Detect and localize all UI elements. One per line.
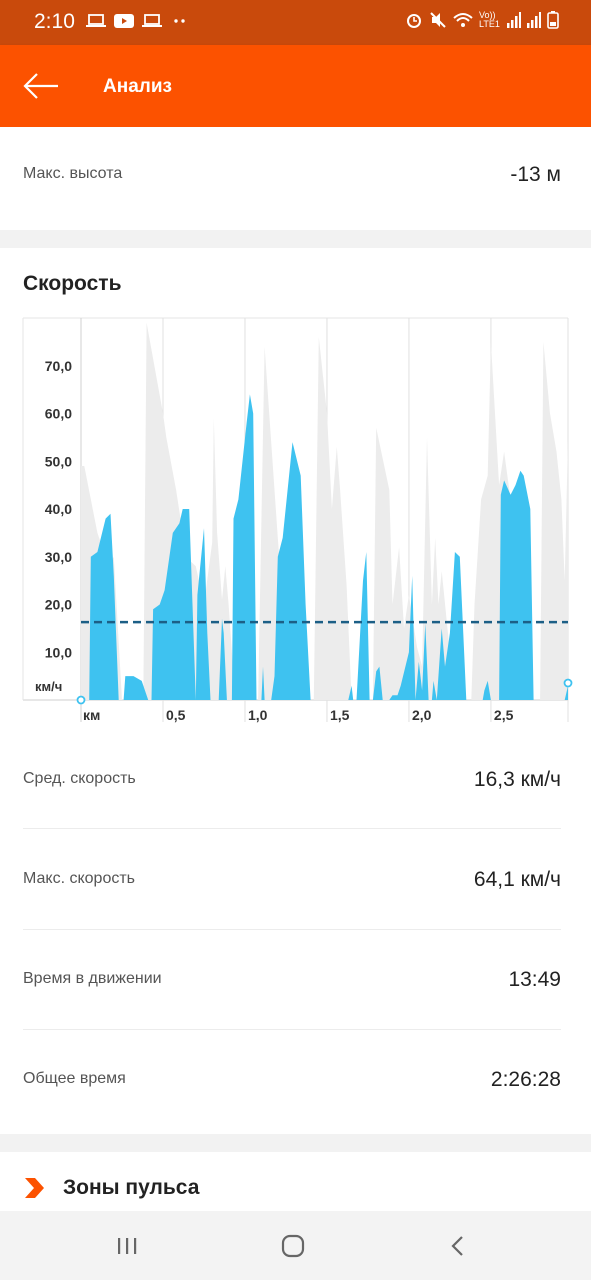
y-tick-label: 10,0 [45, 644, 72, 660]
home-icon[interactable] [273, 1231, 313, 1261]
wifi-icon [453, 13, 473, 27]
page-title: Анализ [103, 76, 172, 97]
max-elevation-value: -13 м [510, 163, 561, 186]
speed-chart: 10,0 20,0 30,0 40,0 50,0 60,0 70,0 0,5 1,0 1,5 2,… [22, 317, 573, 723]
x-tick-label: 1,0 [248, 707, 268, 723]
laptop-icon [86, 14, 106, 27]
y-tick-label: 50,0 [45, 453, 72, 469]
arrow-left-icon[interactable] [22, 71, 60, 101]
heart-zones-card[interactable]: Зоны пульса [0, 1152, 591, 1211]
signal-icon [507, 12, 521, 28]
divider [23, 1029, 561, 1030]
laptop-icon [142, 14, 162, 27]
total-time-value: 2:26:28 [490, 1068, 561, 1091]
battery-icon [547, 11, 559, 29]
alarm-icon [407, 14, 421, 28]
y-tick-label: 20,0 [45, 597, 72, 613]
divider [23, 828, 561, 829]
x-axis-unit-label: км [83, 707, 100, 723]
app-bar: Анализ [0, 45, 591, 127]
youtube-icon [114, 14, 134, 28]
x-tick-label: 2,0 [412, 707, 432, 723]
x-tick-label: 2,5 [494, 707, 514, 723]
speed-section-title: Скорость [23, 272, 122, 295]
max-speed-value: 64,1 км/ч [473, 868, 561, 891]
x-tick-label: 1,5 [330, 707, 350, 723]
volte-icon: Vo)) LTE1 [479, 10, 500, 29]
end-marker [563, 678, 573, 688]
y-tick-label: 70,0 [45, 358, 72, 374]
status-bar: 2:10 Vo)) LTE1 [0, 0, 591, 45]
y-tick-label: 30,0 [45, 549, 72, 565]
y-tick-labels: 10,0 20,0 30,0 40,0 50,0 60,0 70,0 [45, 358, 72, 661]
x-tick-label: 0,5 [166, 707, 186, 723]
start-marker [76, 695, 86, 705]
y-tick-label: 40,0 [45, 501, 72, 517]
back-icon[interactable] [438, 1231, 478, 1261]
signal-icon [527, 12, 541, 28]
avg-speed-label: Сред. скорость [23, 770, 136, 787]
moving-time-label: Время в движении [23, 970, 162, 987]
moving-time-value: 13:49 [508, 968, 561, 991]
elevation-card: Макс. высота -13 м [0, 127, 591, 230]
more-dots-icon [174, 19, 185, 23]
status-time: 2:10 [34, 10, 75, 33]
system-nav-bar [0, 1211, 591, 1280]
chevron-right-icon [25, 1178, 44, 1198]
mute-icon [430, 12, 446, 28]
recent-apps-icon[interactable] [107, 1231, 147, 1261]
avg-speed-value: 16,3 км/ч [473, 768, 561, 791]
max-speed-label: Макс. скорость [23, 870, 136, 887]
max-elevation-label: Макс. высота [23, 165, 123, 182]
y-axis-unit-label: км/ч [35, 679, 62, 694]
y-tick-label: 60,0 [45, 406, 72, 422]
heart-zones-title: Зоны пульса [63, 1176, 200, 1199]
total-time-label: Общее время [23, 1070, 126, 1087]
x-tick-labels: 0,5 1,0 1,5 2,0 2,5 [166, 707, 514, 723]
divider [23, 929, 561, 930]
